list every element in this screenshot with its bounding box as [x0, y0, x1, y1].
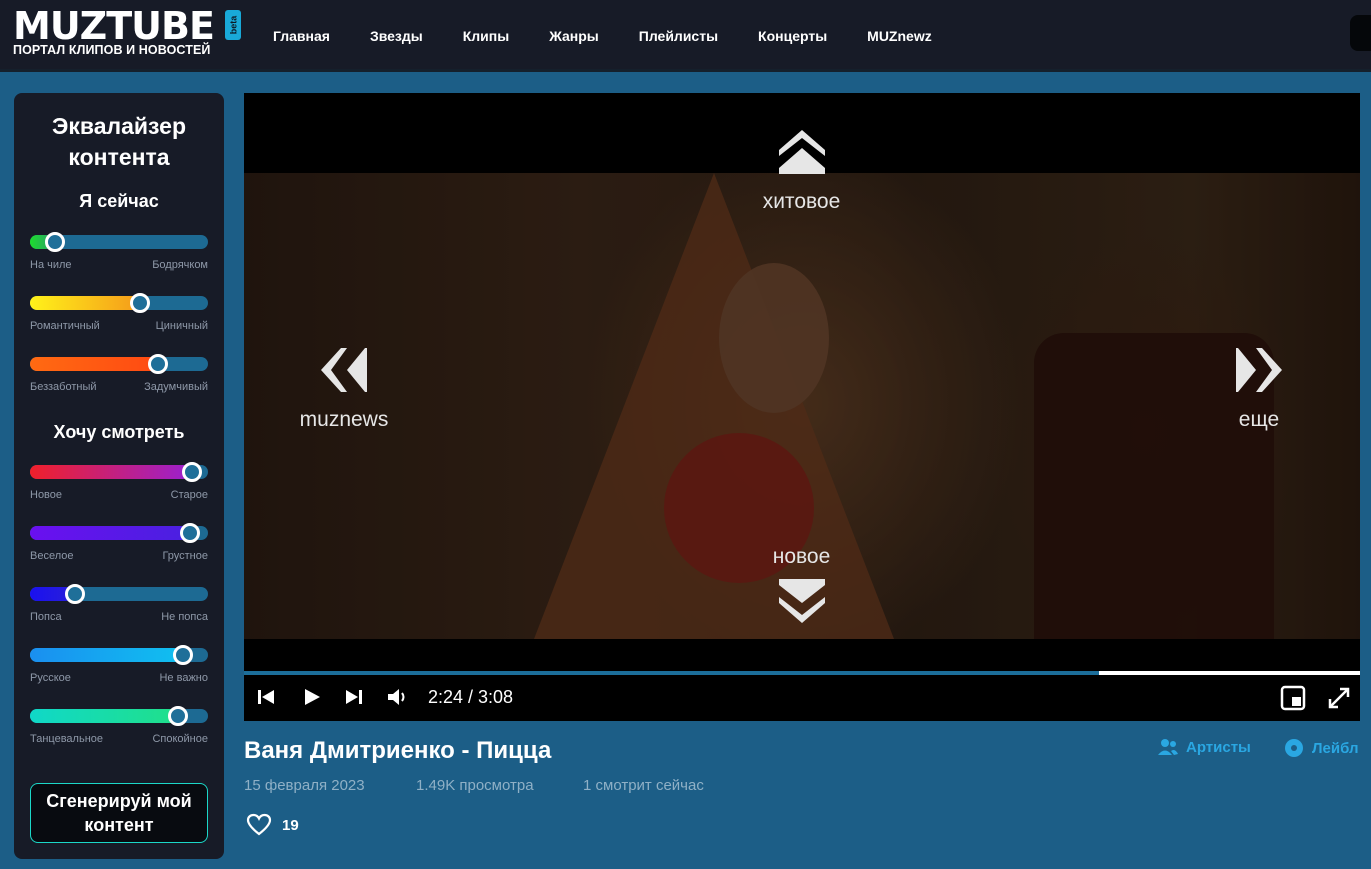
double-chevron-down-icon — [778, 579, 825, 623]
playback-time: 2:24 / 3:08 — [428, 687, 514, 707]
video-views: 1.49K просмотра — [416, 777, 534, 794]
beta-badge: beta — [225, 10, 241, 40]
slider-label-right: Не важно — [159, 672, 208, 684]
double-chevron-up-icon — [778, 130, 825, 174]
slider-label-right: Спокойное — [152, 733, 208, 745]
slider-track[interactable] — [30, 587, 208, 601]
slider-label-left: Попса — [30, 611, 62, 623]
slider-label-right: Задумчивый — [144, 381, 208, 393]
header-action-button[interactable] — [1350, 15, 1371, 51]
slider-fun-sad[interactable]: Веселое Грустное — [30, 523, 208, 562]
nav-more-button[interactable]: еще — [1204, 346, 1314, 432]
like-count: 19 — [282, 816, 299, 834]
nav-more-label: еще — [1238, 408, 1280, 431]
nav-muznews-button[interactable]: muznews — [284, 346, 404, 432]
slider-chill-energetic[interactable]: На чиле Бодрячком — [30, 232, 208, 271]
slider-track[interactable] — [30, 296, 208, 310]
site-header: MUZTUBE beta ПОРТАЛ КЛИПОВ И НОВОСТЕЙ Гл… — [0, 0, 1371, 72]
slider-fill — [30, 296, 140, 310]
nav-home[interactable]: Главная — [253, 28, 350, 44]
section-watch-title: Хочу смотреть — [53, 422, 185, 442]
volume-icon[interactable] — [387, 687, 409, 707]
nav-clips[interactable]: Клипы — [443, 28, 529, 44]
slider-fill — [30, 648, 183, 662]
slider-label-left: Романтичный — [30, 320, 100, 332]
nav-stars[interactable]: Звезды — [350, 28, 443, 44]
skip-next-icon[interactable] — [344, 687, 364, 707]
picture-in-picture-icon[interactable] — [1280, 685, 1306, 711]
slider-dance-calm[interactable]: Танцевальное Спокойное — [30, 706, 208, 745]
double-chevron-right-icon — [1236, 348, 1282, 392]
nav-muznews-label: muznews — [299, 408, 389, 431]
main-nav: Главная Звезды Клипы Жанры Плейлисты Кон… — [253, 0, 952, 72]
slider-knob[interactable] — [148, 354, 168, 374]
player-controls: 2:24 / 3:08 — [244, 675, 1360, 721]
artists-link-label: Артисты — [1186, 738, 1251, 756]
nav-playlists[interactable]: Плейлисты — [619, 28, 738, 44]
slider-label-left: Новое — [30, 489, 63, 501]
slider-label-left: Русское — [30, 672, 71, 684]
slider-knob[interactable] — [182, 462, 202, 482]
slider-label-left: Танцевальное — [30, 733, 104, 745]
slider-knob[interactable] — [65, 584, 85, 604]
site-logo[interactable]: MUZTUBE beta ПОРТАЛ КЛИПОВ И НОВОСТЕЙ — [13, 6, 243, 62]
label-link-label: Лейбл — [1312, 739, 1359, 757]
slider-knob[interactable] — [130, 293, 150, 313]
fullscreen-icon[interactable] — [1326, 685, 1352, 711]
slider-label-left: Беззаботный — [30, 381, 97, 393]
record-label-icon — [1285, 739, 1303, 757]
video-title: Ваня Дмитриенко - Пицца — [244, 737, 552, 764]
nav-hits-label: хитовое — [762, 190, 841, 213]
double-chevron-left-icon — [321, 348, 367, 392]
equalizer-title: Эквалайзер контента — [51, 113, 186, 170]
users-icon — [1158, 739, 1178, 755]
video-watching-now: 1 смотрит сейчас — [583, 777, 704, 794]
nav-genres[interactable]: Жанры — [529, 28, 619, 44]
slider-new-old[interactable]: Новое Старое — [30, 462, 208, 501]
slider-fill — [30, 357, 158, 371]
slider-label-right: Не попса — [161, 611, 208, 623]
video-player[interactable]: хитовое новое muznews еще 2:24 / 3:08 — [244, 93, 1360, 721]
slider-pop-notpop[interactable]: Попса Не попса — [30, 584, 208, 623]
heart-icon[interactable] — [246, 813, 272, 837]
nav-hits-button[interactable]: хитовое — [739, 128, 864, 214]
skip-previous-icon[interactable] — [256, 687, 276, 707]
slider-fill — [30, 465, 192, 479]
slider-label-right: Циничный — [155, 320, 208, 332]
play-icon[interactable] — [302, 687, 322, 707]
artists-link[interactable]: Артисты — [1158, 738, 1251, 756]
label-link[interactable]: Лейбл — [1284, 738, 1359, 758]
slider-fill — [30, 526, 190, 540]
nav-concerts[interactable]: Концерты — [738, 28, 847, 44]
slider-label-left: Веселое — [30, 550, 74, 562]
logo-subtitle: ПОРТАЛ КЛИПОВ И НОВОСТЕЙ — [13, 43, 211, 57]
generate-content-button[interactable]: Сгенерируй мой контент — [30, 783, 208, 843]
slider-knob[interactable] — [180, 523, 200, 543]
nav-new-button[interactable]: новое — [739, 545, 864, 625]
slider-knob[interactable] — [45, 232, 65, 252]
nav-new-label: новое — [772, 545, 831, 568]
slider-knob[interactable] — [168, 706, 188, 726]
section-now-title: Я сейчас — [79, 191, 159, 211]
slider-russian-any[interactable]: Русское Не важно — [30, 645, 208, 684]
slider-label-left: На чиле — [30, 259, 72, 271]
slider-fill — [30, 709, 178, 723]
slider-label-right: Старое — [170, 489, 208, 501]
like-counter[interactable]: 19 — [246, 813, 299, 837]
content-equalizer-panel: Эквалайзер контента Я сейчас Хочу смотре… — [14, 93, 224, 859]
slider-label-right: Грустное — [162, 550, 208, 562]
logo-wordmark: MUZTUBE — [13, 4, 215, 48]
slider-romantic-cynical[interactable]: Романтичный Циничный — [30, 293, 208, 332]
nav-muznewz[interactable]: MUZnewz — [847, 28, 952, 44]
slider-knob[interactable] — [173, 645, 193, 665]
video-date: 15 февраля 2023 — [244, 777, 365, 794]
slider-track[interactable] — [30, 357, 208, 371]
slider-label-right: Бодрячком — [152, 259, 208, 271]
slider-carefree-thoughtful[interactable]: Беззаботный Задумчивый — [30, 354, 208, 393]
